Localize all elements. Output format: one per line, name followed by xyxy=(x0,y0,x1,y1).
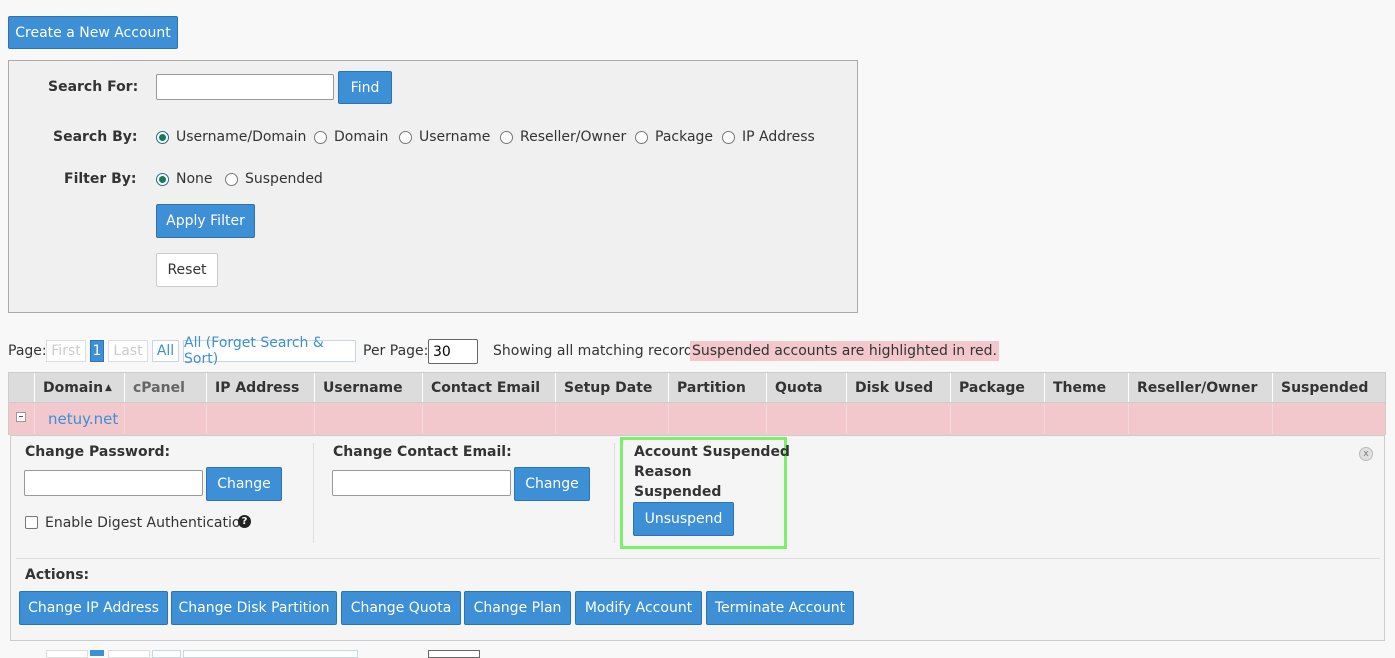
find-button[interactable]: Find xyxy=(338,71,392,104)
radio-label: Domain xyxy=(334,129,389,145)
change-email-button[interactable]: Change xyxy=(514,467,590,501)
change-password-button[interactable]: Change xyxy=(206,467,282,501)
radio-package[interactable] xyxy=(635,131,648,144)
header-domain[interactable]: Domain ▲ xyxy=(35,373,125,402)
pager-current[interactable]: 1 xyxy=(90,340,104,362)
radio-label: Package xyxy=(655,129,714,145)
digest-auth-checkbox[interactable] xyxy=(25,516,38,529)
unsuspend-button[interactable]: Unsuspend xyxy=(633,502,734,536)
per-page-input-bottom[interactable] xyxy=(428,650,480,658)
modify-account-button[interactable]: Modify Account xyxy=(575,591,702,625)
pager-first-bottom[interactable] xyxy=(46,650,88,658)
search-input[interactable] xyxy=(156,74,334,100)
domain-link[interactable]: netuy.net xyxy=(48,410,118,428)
header-cpanel[interactable]: cPanel xyxy=(125,373,207,402)
radio-label: Reseller/Owner xyxy=(520,129,627,145)
reason-value: Suspended xyxy=(634,484,722,500)
radio-label: Username/Domain xyxy=(176,129,307,145)
radio-ip-address[interactable] xyxy=(722,131,735,144)
digest-auth-label: Enable Digest Authentication xyxy=(45,515,250,531)
radio-label: Suspended xyxy=(245,171,323,187)
pager-forget-bottom[interactable] xyxy=(183,650,358,658)
header-quota[interactable]: Quota xyxy=(767,373,847,402)
header-setup-date[interactable]: Setup Date xyxy=(556,373,669,402)
pager-last-bottom[interactable] xyxy=(108,650,150,658)
reason-label: Reason xyxy=(634,464,692,480)
close-icon[interactable]: x xyxy=(1359,447,1373,461)
change-ip-address-button[interactable]: Change IP Address xyxy=(19,591,168,625)
radio-reseller-owner[interactable] xyxy=(500,131,513,144)
header-reseller-owner[interactable]: Reseller/Owner xyxy=(1129,373,1273,402)
change-password-label: Change Password: xyxy=(25,444,171,460)
radio-username-domain[interactable] xyxy=(156,131,169,144)
pager-all-bottom[interactable] xyxy=(152,650,181,658)
pager-forget[interactable]: All (Forget Search & Sort) xyxy=(183,335,356,367)
help-icon[interactable]: ? xyxy=(238,515,251,528)
showing-text: Showing all matching records. xyxy=(493,343,705,359)
radio-label: Username xyxy=(419,129,491,145)
search-by-label: Search By: xyxy=(53,129,138,145)
apply-filter-button[interactable]: Apply Filter xyxy=(156,204,255,238)
change-disk-partition-button[interactable]: Change Disk Partition xyxy=(171,591,337,625)
radio-filter-none[interactable] xyxy=(156,173,169,186)
divider xyxy=(313,443,314,543)
header-suspended[interactable]: Suspended xyxy=(1273,373,1385,402)
pager-all[interactable]: All xyxy=(152,340,179,362)
header-partition[interactable]: Partition xyxy=(669,373,767,402)
actions-label: Actions: xyxy=(25,567,90,583)
radio-domain[interactable] xyxy=(314,131,327,144)
filter-by-label: Filter By: xyxy=(64,171,137,187)
pager-last[interactable]: Last xyxy=(108,340,148,362)
search-for-label: Search For: xyxy=(48,79,139,95)
header-disk-used[interactable]: Disk Used xyxy=(847,373,951,402)
divider xyxy=(16,558,1380,559)
collapse-minus-icon xyxy=(19,416,23,417)
suspended-note: Suspended accounts are highlighted in re… xyxy=(690,341,999,361)
page-label: Page: xyxy=(8,343,47,359)
radio-username[interactable] xyxy=(399,131,412,144)
reset-button[interactable]: Reset xyxy=(156,253,218,287)
create-account-button[interactable]: Create a New Account xyxy=(8,16,178,49)
per-page-input[interactable] xyxy=(428,339,478,364)
divider xyxy=(614,443,615,543)
header-ip-address[interactable]: IP Address xyxy=(207,373,315,402)
pager-current-bottom[interactable] xyxy=(90,650,104,656)
header-username[interactable]: Username xyxy=(315,373,423,402)
header-label: Domain xyxy=(43,379,104,396)
change-email-label: Change Contact Email: xyxy=(333,444,512,460)
change-plan-button[interactable]: Change Plan xyxy=(464,591,571,625)
password-input[interactable] xyxy=(24,470,203,496)
radio-label: IP Address xyxy=(742,129,815,145)
radio-filter-suspended[interactable] xyxy=(225,173,238,186)
suspended-title: Account Suspended xyxy=(634,444,790,460)
contact-email-input[interactable] xyxy=(332,470,511,496)
header-package[interactable]: Package xyxy=(951,373,1045,402)
change-quota-button[interactable]: Change Quota xyxy=(341,591,461,625)
header-toggle-col xyxy=(9,373,35,402)
pager-first[interactable]: First xyxy=(46,340,86,362)
per-page-label: Per Page: xyxy=(363,343,429,359)
header-theme[interactable]: Theme xyxy=(1045,373,1129,402)
radio-label: None xyxy=(176,171,213,187)
header-contact-email[interactable]: Contact Email xyxy=(423,373,556,402)
sort-asc-icon: ▲ xyxy=(105,382,112,393)
collapse-icon[interactable] xyxy=(16,412,26,422)
terminate-account-button[interactable]: Terminate Account xyxy=(706,591,854,625)
